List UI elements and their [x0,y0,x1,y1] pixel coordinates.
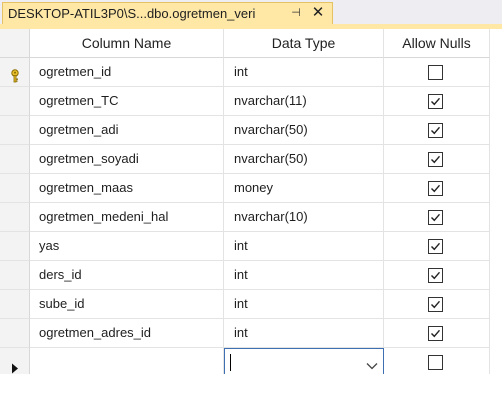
text-caret [230,354,231,371]
allow-nulls-checkbox[interactable] [428,152,443,167]
row-selector[interactable] [0,232,30,261]
allow-nulls-cell [384,348,490,377]
allow-nulls-checkbox[interactable] [428,123,443,138]
table-row[interactable]: ogretmen_adi nvarchar(50) [0,116,502,145]
row-selector[interactable] [0,58,30,87]
data-type-cell[interactable]: nvarchar(50) [224,116,384,145]
column-name-cell[interactable]: ogretmen_TC [30,87,224,116]
data-type-cell[interactable]: int [224,319,384,348]
allow-nulls-cell [384,261,490,290]
row-selector[interactable] [0,145,30,174]
data-type-cell[interactable]: int [224,290,384,319]
row-selector[interactable] [0,290,30,319]
allow-nulls-checkbox[interactable] [428,268,443,283]
allow-nulls-cell [384,319,490,348]
document-tab[interactable]: DESKTOP-ATIL3P0\S...dbo.ogretmen_veri ⊣ … [2,2,333,24]
column-name-cell[interactable]: ogretmen_soyadi [30,145,224,174]
allow-nulls-cell [384,232,490,261]
column-name-header[interactable]: Column Name [30,29,224,58]
table-row[interactable]: yas int [0,232,502,261]
allow-nulls-checkbox[interactable] [428,326,443,341]
allow-nulls-checkbox[interactable] [428,94,443,109]
table-row[interactable]: ogretmen_TC nvarchar(11) [0,87,502,116]
allow-nulls-cell [384,145,490,174]
data-type-cell[interactable]: int [224,232,384,261]
allow-nulls-checkbox[interactable] [428,65,443,80]
allow-nulls-checkbox[interactable] [428,355,443,370]
table-row[interactable]: ogretmen_medeni_hal nvarchar(10) [0,203,502,232]
chevron-down-icon[interactable] [366,358,378,373]
allow-nulls-checkbox[interactable] [428,210,443,225]
data-type-dropdown[interactable] [224,348,384,377]
table-row[interactable]: ogretmen_id int [0,58,502,87]
column-name-cell[interactable]: yas [30,232,224,261]
column-name-cell[interactable]: sube_id [30,290,224,319]
data-type-cell[interactable]: nvarchar(10) [224,203,384,232]
row-selector[interactable] [0,203,30,232]
empty-area [0,374,502,406]
tab-title: DESKTOP-ATIL3P0\S...dbo.ogretmen_veri [8,6,256,21]
pin-icon[interactable]: ⊣ [290,6,302,20]
allow-nulls-cell [384,116,490,145]
allow-nulls-checkbox[interactable] [428,181,443,196]
data-type-header[interactable]: Data Type [224,29,384,58]
column-name-cell[interactable]: ogretmen_id [30,58,224,87]
data-type-cell[interactable]: int [224,58,384,87]
column-name-cell[interactable]: ogretmen_adi [30,116,224,145]
table-row[interactable]: ders_id int [0,261,502,290]
data-type-cell[interactable]: money [224,174,384,203]
table-designer-grid: Column Name Data Type Allow Nulls ogretm… [0,29,502,377]
new-column-name-cell[interactable] [30,348,224,377]
new-table-row[interactable] [0,348,502,377]
table-row[interactable]: ogretmen_soyadi nvarchar(50) [0,145,502,174]
allow-nulls-cell [384,174,490,203]
row-selector[interactable] [0,348,30,377]
document-tab-strip: DESKTOP-ATIL3P0\S...dbo.ogretmen_veri ⊣ … [0,0,502,29]
data-type-cell[interactable]: int [224,261,384,290]
column-name-cell[interactable]: ogretmen_medeni_hal [30,203,224,232]
data-type-cell[interactable]: nvarchar(50) [224,145,384,174]
allow-nulls-checkbox[interactable] [428,297,443,312]
column-name-cell[interactable]: ders_id [30,261,224,290]
allow-nulls-checkbox[interactable] [428,239,443,254]
data-type-cell[interactable]: nvarchar(11) [224,87,384,116]
row-selector-header [0,29,30,58]
row-selector[interactable] [0,261,30,290]
row-selector[interactable] [0,319,30,348]
allow-nulls-cell [384,87,490,116]
allow-nulls-cell [384,58,490,87]
row-selector[interactable] [0,174,30,203]
table-row[interactable]: sube_id int [0,290,502,319]
row-selector[interactable] [0,87,30,116]
table-row[interactable]: ogretmen_maas money [0,174,502,203]
key-icon [10,65,20,86]
grid-right-margin [490,29,502,374]
allow-nulls-cell [384,290,490,319]
column-name-cell[interactable]: ogretmen_adres_id [30,319,224,348]
row-selector[interactable] [0,116,30,145]
allow-nulls-header[interactable]: Allow Nulls [384,29,490,58]
table-row[interactable]: ogretmen_adres_id int [0,319,502,348]
grid-header-row: Column Name Data Type Allow Nulls [0,29,502,58]
allow-nulls-cell [384,203,490,232]
close-icon[interactable]: ✕ [310,4,326,22]
column-name-cell[interactable]: ogretmen_maas [30,174,224,203]
